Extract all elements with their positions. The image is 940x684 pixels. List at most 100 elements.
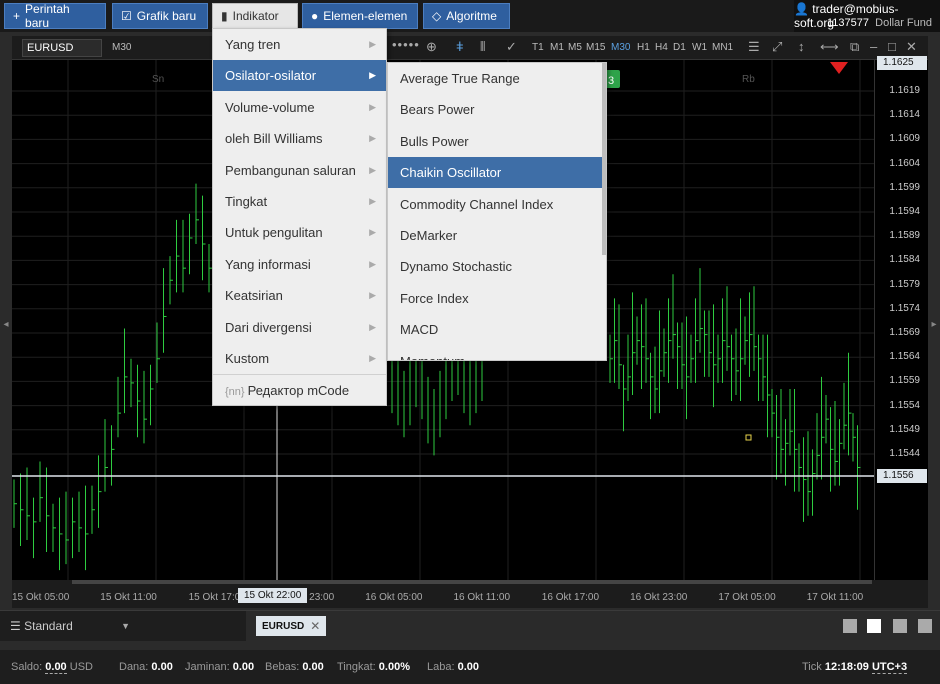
- timeframe-m1[interactable]: M1: [550, 42, 564, 53]
- submenu-item-5[interactable]: DeMarker: [388, 220, 602, 251]
- layout-select[interactable]: ☰ Standard ▼: [0, 611, 246, 641]
- submenu-item-0[interactable]: Average True Range: [388, 63, 602, 94]
- maximize-icon[interactable]: □: [888, 39, 896, 54]
- menu-item-label: Pembangunan saluran: [225, 162, 356, 178]
- new-order-label: Perintah baru: [25, 2, 70, 30]
- dots-icon[interactable]: •••••: [392, 37, 420, 52]
- timeframe-w1[interactable]: W1: [692, 42, 707, 53]
- left-panel-toggle-icon[interactable]: ◂: [0, 310, 12, 340]
- submenu-item-6[interactable]: Dynamo Stochastic: [388, 251, 602, 282]
- rows-layout-icon[interactable]: [918, 619, 932, 633]
- price-tick-label: 1.1554: [889, 399, 920, 411]
- timeframe-m15[interactable]: M15: [586, 42, 605, 53]
- timeframe-mn1[interactable]: MN1: [712, 42, 733, 53]
- laba: Laba: 0.00: [427, 661, 480, 673]
- menu-item-3[interactable]: oleh Bill Williams ▶: [213, 123, 386, 154]
- algorithms-button[interactable]: ◇ Algoritme: [423, 3, 510, 29]
- price-tick-label: 1.1619: [889, 85, 920, 96]
- timezone-select[interactable]: UTC+3: [871, 661, 908, 674]
- marker-square: [745, 434, 752, 441]
- submenu-arrow-icon: ▶: [369, 353, 376, 363]
- new-chart-button[interactable]: ☑ Grafik baru: [112, 3, 208, 29]
- oscillator-submenu: Average True Range Bears Power Bulls Power…: [387, 62, 607, 361]
- chart-toolbar: EURUSD M30 ••••• ⊕ ǂ ⫴ ✓ T1 M1 M5 M15 M30 H1 H…: [12, 36, 928, 60]
- popout-icon[interactable]: ⧉: [850, 39, 859, 55]
- timeframe-d1[interactable]: D1: [673, 42, 686, 53]
- submenu-item-2[interactable]: Bulls Power: [388, 126, 602, 157]
- indicator-settings-icon[interactable]: ☰: [748, 39, 760, 55]
- menu-item-0[interactable]: Yang tren ▶: [213, 29, 386, 60]
- menu-item-4[interactable]: Pembangunan saluran ▶: [213, 155, 386, 186]
- code-editor-item[interactable]: {nn} Редактор mCode: [213, 375, 386, 406]
- price-tick-label: 1.1614: [889, 109, 920, 121]
- menu-item-8[interactable]: Keatsirian ▶: [213, 280, 386, 311]
- price-tick-label: 1.1604: [889, 157, 920, 169]
- columns-layout-icon[interactable]: [893, 619, 907, 633]
- new-order-button[interactable]: + Perintah baru: [4, 2, 106, 30]
- submenu-item-8[interactable]: MACD: [388, 314, 602, 345]
- submenu-item-1[interactable]: Bears Power: [388, 94, 602, 125]
- top-price-label: 1.1625: [877, 56, 927, 70]
- minimize-icon[interactable]: –: [870, 39, 877, 54]
- symbol-input[interactable]: EURUSD: [22, 39, 102, 57]
- account-fund-name: Dollar Fund: [875, 17, 932, 29]
- menu-item-2[interactable]: Volume-volume ▶: [213, 92, 386, 123]
- diagonal-resize-icon[interactable]: ⤢: [772, 39, 782, 55]
- price-axis: 1.1619 1.1614 1.1609 1.1604 1.1599 1.1594 1.15…: [874, 56, 928, 580]
- time-axis: 15 Okt 05:0015 Okt 11:0015 Okt 17:0015 O…: [12, 580, 928, 608]
- submenu-arrow-icon: ▶: [369, 70, 376, 81]
- timeframe-m5[interactable]: M5: [568, 42, 582, 53]
- elements-button[interactable]: ● Elemen-elemen: [302, 3, 418, 29]
- status-bar: Saldo: 0.00 USD Dana: 0.00 Jaminan: 0.00…: [0, 650, 940, 684]
- chart-scrollbar[interactable]: [72, 580, 872, 584]
- menu-item-5[interactable]: Tingkat ▶: [213, 186, 386, 217]
- horizontal-resize-icon[interactable]: ⟷: [820, 39, 839, 55]
- chevron-down-icon: ▼: [121, 621, 130, 631]
- submenu-item-7[interactable]: Force Index: [388, 283, 602, 314]
- indicators-label: Indikator: [232, 9, 279, 23]
- menu-item-9[interactable]: Dari divergensi ▶: [213, 312, 386, 343]
- timeframe-h4[interactable]: H4: [655, 42, 668, 53]
- day-label-sn: Sn: [152, 74, 164, 85]
- submenu-scrollbar[interactable]: [602, 63, 606, 255]
- menu-item-10[interactable]: Kustom ▶: [213, 343, 386, 374]
- indicators-button[interactable]: ▮ Indikator: [212, 3, 298, 29]
- code-icon: {nn}: [225, 386, 248, 398]
- red-triangle-icon: [830, 62, 848, 74]
- chart-icon: ☑: [121, 9, 132, 23]
- menu-item-label: Kustom: [225, 351, 270, 366]
- timeframe-m30[interactable]: M30: [611, 42, 630, 53]
- right-panel-toggle-icon[interactable]: ▸: [928, 310, 940, 340]
- menu-item-6[interactable]: Untuk pengulitan ▶: [213, 217, 386, 248]
- menu-item-7[interactable]: Yang informasi ▶: [213, 249, 386, 280]
- symbol-tab[interactable]: EURUSD ✕: [256, 616, 327, 636]
- crosshair-icon[interactable]: ⊕: [426, 39, 437, 55]
- vertical-resize-icon[interactable]: ↕: [798, 39, 805, 54]
- single-layout-icon[interactable]: [843, 619, 857, 633]
- grid-layout-icon[interactable]: [867, 619, 881, 633]
- dana: Dana: 0.00: [119, 661, 173, 673]
- top-toolbar: + Perintah baru ☑ Grafik baru ▮ Indikato…: [0, 0, 940, 32]
- menu-item-label: Osilator-osilator: [225, 68, 317, 84]
- price-tick-label: 1.1599: [889, 181, 920, 193]
- timeframe-h1[interactable]: H1: [637, 42, 650, 53]
- close-tab-icon[interactable]: ✕: [310, 619, 320, 633]
- submenu-item-4[interactable]: Commodity Channel Index: [388, 189, 602, 220]
- time-tick-label: 16 Okt 05:00: [365, 592, 423, 603]
- price-tick-label: 1.1544: [889, 448, 920, 459]
- menu-item-label: Keatsirian: [225, 288, 283, 304]
- candle-icon[interactable]: ⫴: [480, 39, 485, 55]
- bottom-tab-bar: ☰ Standard ▼ EURUSD ✕: [0, 610, 940, 641]
- close-icon[interactable]: ✕: [906, 39, 917, 55]
- menu-item-1[interactable]: Osilator-osilator ▶: [213, 60, 386, 92]
- account-panel[interactable]: 👤 trader@mobius-soft.org 1137577 Dollar …: [794, 0, 940, 32]
- menu-item-label: Yang tren: [225, 37, 281, 52]
- submenu-item-9[interactable]: Momentum: [388, 346, 602, 360]
- new-chart-label: Grafik baru: [136, 9, 197, 23]
- bar-icon[interactable]: ǂ: [456, 39, 464, 54]
- line-icon[interactable]: ✓: [506, 39, 517, 55]
- tingkat: Tingkat: 0.00%: [337, 661, 410, 673]
- timeframe-t1[interactable]: T1: [532, 42, 544, 53]
- menu-item-label: Volume-volume: [225, 99, 315, 115]
- submenu-item-3[interactable]: Chaikin Oscillator: [388, 157, 602, 189]
